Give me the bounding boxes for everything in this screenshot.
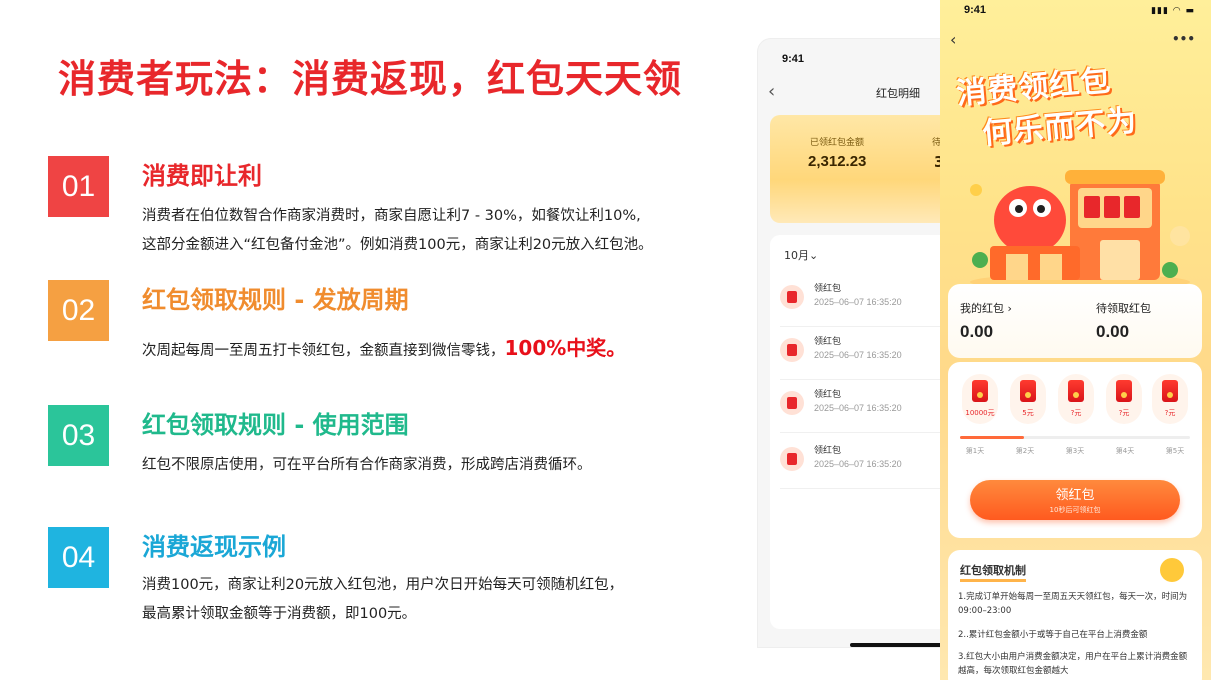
back-icon[interactable]: ‹ xyxy=(768,81,775,102)
section-03: 03 红包领取规则 - 使用范围 红包不限原店使用，可在平台所有合作商家消费，形… xyxy=(48,405,738,475)
slide: 消费者玩法：消费返现，红包天天领 01 消费即让利 消费者在伯位数智合作商家消费… xyxy=(0,0,1211,680)
mascot-illustration xyxy=(970,170,1190,290)
highlight-text: 100%中奖。 xyxy=(504,336,627,360)
envelope-day-1[interactable]: 10000元 xyxy=(962,374,998,424)
record-date: 2025–06–07 16:35:20 xyxy=(814,403,902,413)
day-label: 第5天 xyxy=(1165,447,1185,455)
received-value: 2,312.23 xyxy=(808,153,867,170)
section-text: 消费100元，商家让利20元放入红包池，用户次日开始每天可领随机红包， xyxy=(142,577,624,593)
envelope-amount: ?元 xyxy=(1070,409,1082,417)
my-redpacket-link[interactable]: 我的红包 › xyxy=(960,300,1012,316)
red-envelope-icon xyxy=(1068,380,1084,402)
day-label: 第2天 xyxy=(1015,447,1035,455)
wallet-panel: 我的红包 › 0.00 待领取红包 0.00 xyxy=(948,284,1202,358)
section-text: 消费者在伯位数智合作商家消费时，商家自愿让利7 - 30%，如餐饮让利10%, xyxy=(142,208,641,224)
section-text: 红包不限原店使用，可在平台所有合作商家消费，形成跨店消费循环。 xyxy=(142,457,592,473)
record-row[interactable]: 领红包 2025–06–07 16:35:20 xyxy=(780,381,941,433)
phone-redpacket-claim: 9:41 ▮▮▮ ◠ ▬ ‹ ••• 消费领红包 何乐而不为 我的红包 › 0.… xyxy=(940,0,1211,680)
section-01: 01 消费即让利 消费者在伯位数智合作商家消费时，商家自愿让利7 - 30%，如… xyxy=(48,156,738,256)
home-indicator xyxy=(850,643,941,647)
record-row[interactable]: 领红包 2025–06–07 16:35:20 xyxy=(780,275,941,327)
emoji-icon xyxy=(1160,558,1184,582)
envelope-day-2[interactable]: 5元 xyxy=(1010,374,1046,424)
record-date: 2025–06–07 16:35:20 xyxy=(814,297,902,307)
day-label: 第4天 xyxy=(1115,447,1135,455)
rules-title: 红包领取机制 xyxy=(960,562,1026,582)
progress-fill xyxy=(960,436,1025,439)
envelope-day-3[interactable]: ?元 xyxy=(1058,374,1094,424)
red-envelope-icon xyxy=(780,285,804,309)
envelope-amount: ?元 xyxy=(1118,409,1130,417)
red-envelope-icon xyxy=(1116,380,1132,402)
section-text: 这部分金额进入“红包备付金池”。例如消费100元，商家让利20元放入红包池。 xyxy=(142,237,653,253)
envelope-day-4[interactable]: ?元 xyxy=(1106,374,1142,424)
red-envelope-icon xyxy=(780,391,804,415)
section-number: 01 xyxy=(48,156,109,217)
section-text-main: 次周起每周一至周五打卡领红包，金额直接到微信零钱， xyxy=(142,343,505,359)
envelope-amount: ?元 xyxy=(1164,409,1176,417)
daily-redpacket-panel: 10000元 5元 ?元 ?元 ?元 第1天 第2天 第3天 第4天 第5天 领… xyxy=(948,362,1202,538)
red-envelope-icon xyxy=(780,447,804,471)
day-label: 第1天 xyxy=(965,447,985,455)
record-label: 领红包 xyxy=(814,284,842,294)
rule-text: 2..累计红包金额小于或等于自己在平台上消费金额 xyxy=(958,630,1148,640)
day-label: 第3天 xyxy=(1065,447,1085,455)
progress-bar xyxy=(960,436,1190,439)
record-label: 领红包 xyxy=(814,446,842,456)
section-title: 红包领取规则 - 使用范围 xyxy=(142,411,409,439)
pending-value: 0.00 xyxy=(1096,322,1130,341)
section-text: 最高累计领取金额等于消费额，即100元。 xyxy=(142,606,417,622)
status-icons: ▮▮▮ ◠ ▬ xyxy=(1151,6,1195,16)
envelope-amount: 5元 xyxy=(1022,409,1034,417)
more-icon[interactable]: ••• xyxy=(1172,32,1195,46)
month-selector[interactable]: 10月⌄ xyxy=(784,247,818,263)
record-label: 领红包 xyxy=(814,390,842,400)
my-redpacket-value: 0.00 xyxy=(960,322,994,341)
rule-text: 3.红包大小由用户消费金额决定，用户在平台上累计消费金额越高，每次领取红包金额越… xyxy=(958,652,1188,676)
section-number: 04 xyxy=(48,527,109,588)
claim-button-countdown: 10秒后可领红包 xyxy=(1049,506,1101,514)
record-row[interactable]: 领红包 2025–06–07 16:35:20 xyxy=(780,328,941,380)
phone-redpacket-details: 9:41 ‹ 红包明细 已领红包金额 2,312.23 待 3 10月⌄ 领红包… xyxy=(757,38,942,648)
pending-label: 待领取红包 xyxy=(1096,302,1151,315)
red-envelope-icon xyxy=(1162,380,1178,402)
section-04: 04 消费返现示例 消费100元，商家让利20元放入红包池，用户次日开始每天可领… xyxy=(48,527,738,627)
rules-panel: 红包领取机制 1.完成订单开始每周一至周五天天领红包，每天一次，时间为09:00… xyxy=(948,550,1202,680)
received-label: 已领红包金额 xyxy=(810,138,865,148)
section-text: 次周起每周一至周五打卡领红包，金额直接到微信零钱，100%中奖。 xyxy=(142,334,626,366)
envelope-day-5[interactable]: ?元 xyxy=(1152,374,1188,424)
section-title: 消费返现示例 xyxy=(142,533,286,561)
claim-button-label: 领红包 xyxy=(1055,488,1095,503)
section-title: 消费即让利 xyxy=(142,162,262,190)
section-02: 02 红包领取规则 - 发放周期 次周起每周一至周五打卡领红包，金额直接到微信零… xyxy=(48,280,738,360)
back-icon[interactable]: ‹ xyxy=(950,30,956,49)
red-envelope-icon xyxy=(780,338,804,362)
status-time: 9:41 xyxy=(964,4,987,16)
record-label: 领红包 xyxy=(814,337,842,347)
red-envelope-icon xyxy=(1020,380,1036,402)
rule-text: 1.完成订单开始每周一至周五天天领红包，每天一次，时间为09:00–23:00 xyxy=(958,592,1188,616)
record-row[interactable]: 领红包 2025–06–07 16:35:20 xyxy=(780,437,941,489)
status-time: 9:41 xyxy=(782,53,805,65)
record-list: 10月⌄ 领红包 2025–06–07 16:35:20 领红包 2025–06… xyxy=(770,235,941,629)
section-number: 02 xyxy=(48,280,109,341)
record-date: 2025–06–07 16:35:20 xyxy=(814,350,902,360)
section-title: 红包领取规则 - 发放周期 xyxy=(142,286,409,314)
summary-card: 已领红包金额 2,312.23 待 3 xyxy=(770,115,941,223)
screen-title: 红包明细 xyxy=(876,87,920,100)
envelope-amount: 10000元 xyxy=(965,409,995,417)
claim-redpacket-button[interactable]: 领红包 10秒后可领红包 xyxy=(970,480,1180,520)
page-title: 消费者玩法：消费返现，红包天天领 xyxy=(58,57,683,101)
section-number: 03 xyxy=(48,405,109,466)
red-envelope-icon xyxy=(972,380,988,402)
record-date: 2025–06–07 16:35:20 xyxy=(814,459,902,469)
